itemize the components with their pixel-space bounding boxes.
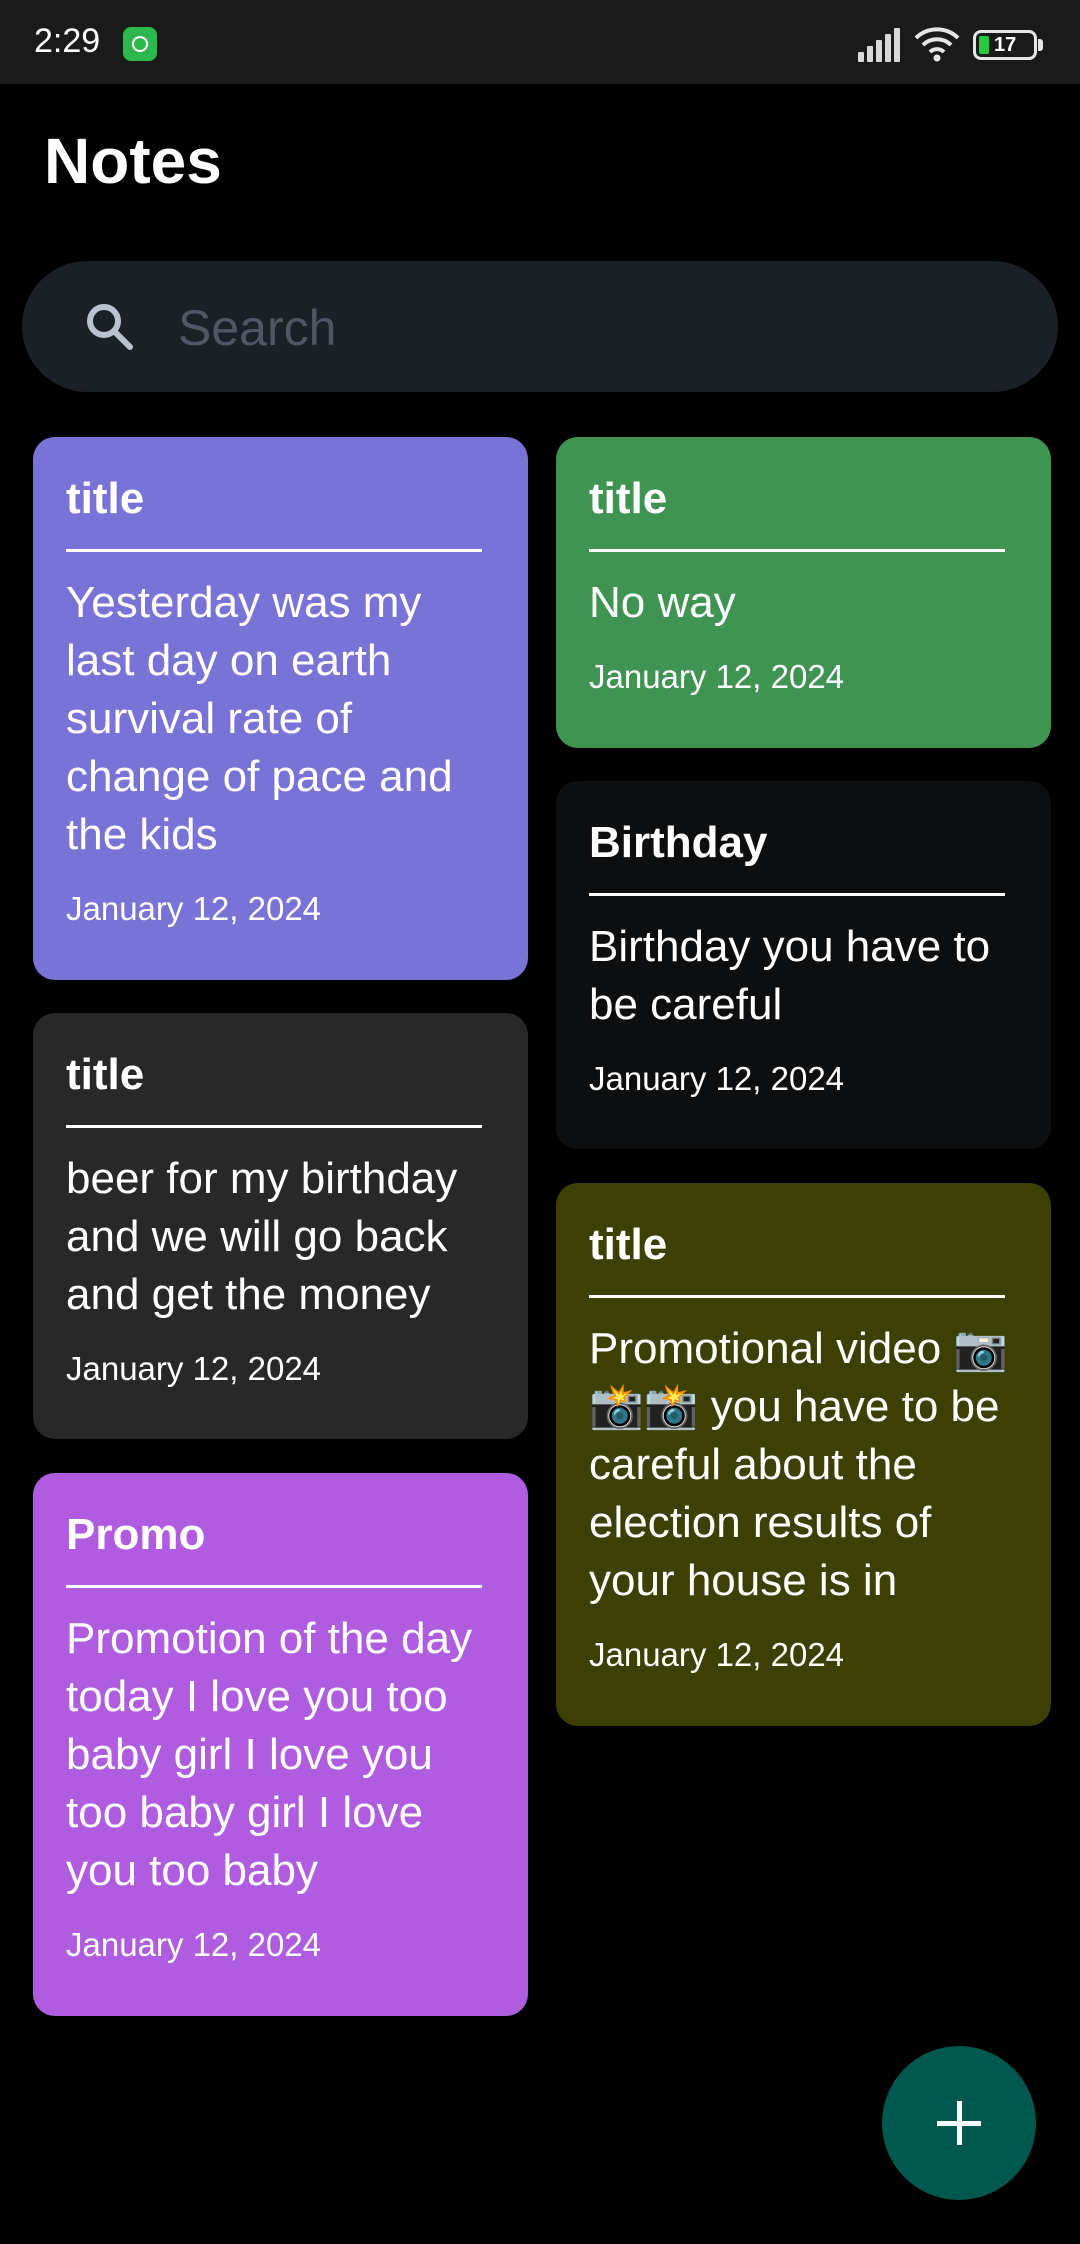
search-icon	[87, 304, 133, 350]
note-date: January 12, 2024	[66, 1926, 322, 1963]
note-date: January 12, 2024	[589, 658, 845, 695]
add-note-button[interactable]	[882, 2046, 1036, 2200]
note-card[interactable]: title Yesterday was my last day on earth…	[33, 437, 528, 980]
note-body: Promotional video 📷📸📸 you have to be car…	[589, 1324, 1009, 1605]
note-body: Yesterday was my last day on earth survi…	[66, 578, 453, 859]
note-title: Promo	[66, 1511, 482, 1588]
note-body: Promotion of the day today I love you to…	[66, 1614, 473, 1895]
note-body: No way	[589, 578, 736, 627]
note-body: Birthday you have to be careful	[589, 922, 991, 1029]
android-robot-icon	[123, 27, 157, 61]
status-bar: 2:29 17	[0, 0, 1080, 84]
battery-level: 17	[994, 34, 1017, 56]
note-title: title	[589, 1221, 1005, 1298]
note-card[interactable]: Promo Promotion of the day today I love …	[33, 1473, 528, 2016]
note-title: title	[66, 475, 482, 552]
status-time: 2:29	[34, 22, 101, 60]
note-title: title	[589, 475, 1005, 552]
note-title: Birthday	[589, 819, 1005, 896]
battery-icon: 17	[973, 30, 1037, 60]
signal-icon	[858, 28, 900, 62]
note-date: January 12, 2024	[66, 1350, 322, 1387]
search-bar[interactable]	[22, 261, 1058, 392]
battery-tip	[1038, 39, 1043, 51]
note-date: January 12, 2024	[66, 890, 322, 927]
note-card[interactable]: Birthday Birthday you have to be careful…	[556, 781, 1051, 1149]
page-title: Notes	[44, 125, 222, 197]
note-date: January 12, 2024	[589, 1636, 845, 1673]
note-title: title	[66, 1051, 482, 1128]
note-date: January 12, 2024	[589, 1060, 845, 1097]
note-card[interactable]: title beer for my birthday and we will g…	[33, 1013, 528, 1439]
note-card[interactable]: title Promotional video 📷📸📸 you have to …	[556, 1183, 1051, 1726]
search-input[interactable]	[176, 289, 1000, 367]
note-body: beer for my birthday and we will go back…	[66, 1154, 458, 1319]
wifi-icon	[914, 27, 960, 62]
note-card[interactable]: title No way January 12, 2024	[556, 437, 1051, 748]
